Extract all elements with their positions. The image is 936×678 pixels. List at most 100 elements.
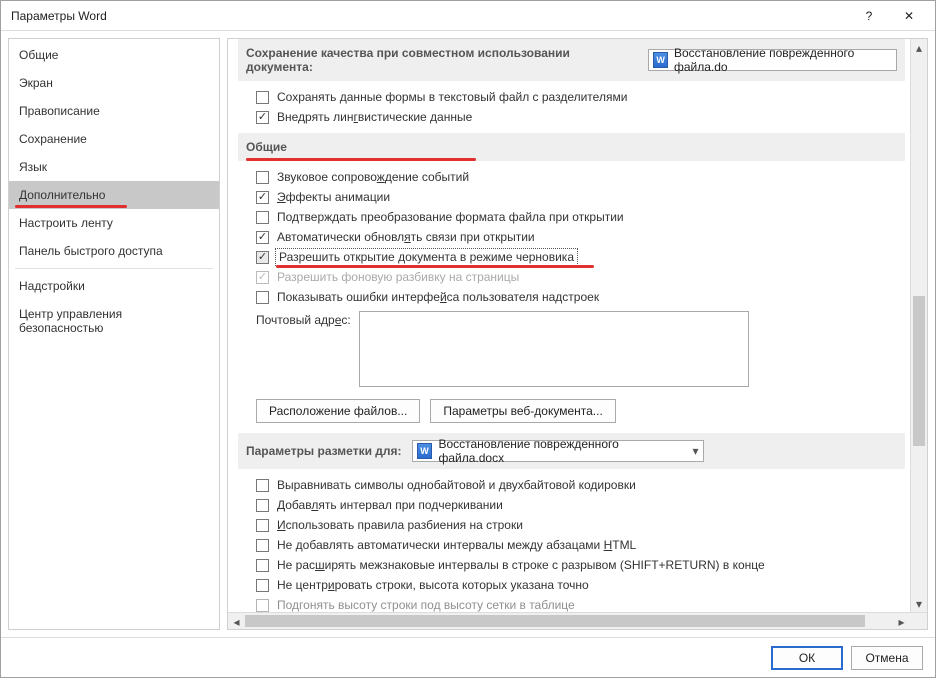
checkbox-icon bbox=[256, 91, 269, 104]
checkbox-label: Разрешить открытие документа в режиме че… bbox=[277, 250, 576, 264]
checkbox-label: Использовать правила разбиения на строки bbox=[277, 518, 523, 532]
checkbox-linebreak-rules[interactable]: Использовать правила разбиения на строки bbox=[238, 515, 905, 535]
sidebar-item-advanced[interactable]: Дополнительно bbox=[9, 181, 219, 209]
checkbox-icon bbox=[256, 231, 269, 244]
sidebar-item-ribbon[interactable]: Настроить ленту bbox=[9, 209, 219, 237]
sidebar-item-proofing[interactable]: Правописание bbox=[9, 97, 219, 125]
sidebar-item-save[interactable]: Сохранение bbox=[9, 125, 219, 153]
button-label: Расположение файлов... bbox=[269, 404, 407, 418]
checkbox-icon bbox=[256, 579, 269, 592]
checkbox-sound-feedback[interactable]: Звуковое сопровождение событий bbox=[238, 167, 905, 187]
scroll-right-icon[interactable]: ▸ bbox=[893, 613, 910, 629]
dialog-footer: ОК Отмена bbox=[1, 637, 935, 677]
word-doc-icon: W bbox=[417, 443, 433, 459]
sidebar-item-label: Экран bbox=[19, 76, 53, 90]
annotation-underline bbox=[246, 158, 476, 161]
sidebar-item-trust[interactable]: Центр управления безопасностью bbox=[9, 300, 219, 342]
scroll-down-icon[interactable]: ▾ bbox=[911, 595, 927, 612]
mailing-address-input[interactable] bbox=[359, 311, 749, 387]
content-inner: Сохранение качества при совместном испол… bbox=[228, 39, 927, 615]
checkbox-icon bbox=[256, 499, 269, 512]
checkbox-icon bbox=[256, 271, 269, 284]
sidebar-item-label: Центр управления безопасностью bbox=[19, 307, 122, 335]
checkbox-icon bbox=[256, 599, 269, 612]
sidebar-item-display[interactable]: Экран bbox=[9, 69, 219, 97]
checkbox-embed-linguistic[interactable]: Внедрять лингвистические данные bbox=[238, 107, 905, 127]
checkbox-save-form-data[interactable]: Сохранять данные формы в текстовый файл … bbox=[238, 87, 905, 107]
sidebar-item-label: Настроить ленту bbox=[19, 216, 113, 230]
checkbox-label: Добавлять интервал при подчеркивании bbox=[277, 498, 503, 512]
horizontal-scrollbar[interactable]: ◂ ▸ bbox=[228, 612, 927, 629]
sidebar-separator bbox=[15, 268, 213, 269]
sidebar-item-language[interactable]: Язык bbox=[9, 153, 219, 181]
sidebar-item-label: Язык bbox=[19, 160, 47, 174]
scroll-thumb-h[interactable] bbox=[245, 615, 865, 627]
sidebar-item-addins[interactable]: Надстройки bbox=[9, 272, 219, 300]
window-title: Параметры Word bbox=[11, 9, 849, 23]
sidebar-item-qat[interactable]: Панель быстрого доступа bbox=[9, 237, 219, 265]
quality-doc-dropdown[interactable]: W Восстановление поврежденного файла.do bbox=[648, 49, 897, 71]
content-panel: Сохранение качества при совместном испол… bbox=[227, 38, 928, 630]
help-button[interactable]: ? bbox=[849, 2, 889, 30]
sidebar-item-label: Надстройки bbox=[19, 279, 85, 293]
dropdown-value: Восстановление поврежденного файла.do bbox=[674, 46, 892, 74]
checkbox-icon bbox=[256, 539, 269, 552]
checkbox-icon bbox=[256, 191, 269, 204]
checkbox-icon bbox=[256, 211, 269, 224]
checkbox-icon bbox=[256, 519, 269, 532]
sidebar-item-label: Панель быстрого доступа bbox=[19, 244, 163, 258]
category-sidebar: Общие Экран Правописание Сохранение Язык… bbox=[8, 38, 220, 630]
close-button[interactable]: ✕ bbox=[889, 2, 929, 30]
scroll-track[interactable] bbox=[911, 56, 927, 595]
content-scroll-area: Сохранение качества при совместном испол… bbox=[228, 39, 927, 629]
scroll-left-icon[interactable]: ◂ bbox=[228, 613, 245, 629]
sidebar-item-label: Сохранение bbox=[19, 132, 87, 146]
checkbox-label: Звуковое сопровождение событий bbox=[277, 170, 469, 184]
group-layoutfor-header: Параметры разметки для: W Восстановление… bbox=[238, 433, 905, 469]
checkbox-allow-draft-open[interactable]: Разрешить открытие документа в режиме че… bbox=[238, 247, 905, 267]
checkbox-no-html-spacing[interactable]: Не добавлять автоматически интервалы меж… bbox=[238, 535, 905, 555]
mailing-address-label: Почтовый адрес: bbox=[256, 311, 351, 327]
ok-button[interactable]: ОК bbox=[771, 646, 843, 670]
checkbox-show-addin-errors[interactable]: Показывать ошибки интерфейса пользовател… bbox=[238, 287, 905, 307]
checkbox-animation-effects[interactable]: Эффекты анимации bbox=[238, 187, 905, 207]
sidebar-item-label: Правописание bbox=[19, 104, 100, 118]
checkbox-label: Сохранять данные формы в текстовый файл … bbox=[277, 90, 627, 104]
checkbox-no-expand-shift-return[interactable]: Не расширять межзнаковые интервалы в стр… bbox=[238, 555, 905, 575]
checkbox-icon bbox=[256, 559, 269, 572]
sidebar-item-general[interactable]: Общие bbox=[9, 41, 219, 69]
checkbox-label: Не добавлять автоматически интервалы меж… bbox=[277, 538, 636, 552]
dialog-body: Общие Экран Правописание Сохранение Язык… bbox=[1, 31, 935, 637]
dropdown-value: Восстановление поврежденного файла.docx bbox=[438, 437, 686, 465]
group-title: Параметры разметки для: bbox=[246, 444, 402, 458]
checkbox-background-pagination: Разрешить фоновую разбивку на страницы bbox=[238, 267, 905, 287]
button-label: Параметры веб-документа... bbox=[443, 404, 602, 418]
checkbox-label: Не расширять межзнаковые интервалы в стр… bbox=[277, 558, 765, 572]
checkbox-label: Разрешить фоновую разбивку на страницы bbox=[277, 270, 519, 284]
scroll-thumb[interactable] bbox=[913, 296, 925, 446]
checkbox-align-dbcs[interactable]: Выравнивать символы однобайтовой и двухб… bbox=[238, 475, 905, 495]
checkbox-auto-update-links[interactable]: Автоматически обновлять связи при открыт… bbox=[238, 227, 905, 247]
group-quality-header: Сохранение качества при совместном испол… bbox=[238, 39, 905, 81]
checkbox-no-center-exact[interactable]: Не центрировать строки, высота которых у… bbox=[238, 575, 905, 595]
file-locations-button[interactable]: Расположение файлов... bbox=[256, 399, 420, 423]
group-title: Сохранение качества при совместном испол… bbox=[246, 46, 638, 74]
web-options-button[interactable]: Параметры веб-документа... bbox=[430, 399, 615, 423]
chevron-down-icon: ▾ bbox=[693, 444, 699, 458]
checkbox-icon bbox=[256, 171, 269, 184]
vertical-scrollbar[interactable]: ▴ ▾ bbox=[910, 39, 927, 612]
checkbox-confirm-convert[interactable]: Подтверждать преобразование формата файл… bbox=[238, 207, 905, 227]
checkbox-icon bbox=[256, 291, 269, 304]
button-label: ОК bbox=[799, 651, 815, 665]
checkbox-icon bbox=[256, 111, 269, 124]
checkbox-label: Подгонять высоту строки под высоту сетки… bbox=[277, 598, 575, 612]
layoutfor-doc-dropdown[interactable]: W Восстановление поврежденного файла.doc… bbox=[412, 440, 704, 462]
checkbox-label: Показывать ошибки интерфейса пользовател… bbox=[277, 290, 599, 304]
checkbox-label: Внедрять лингвистические данные bbox=[277, 110, 472, 124]
checkbox-underline-space[interactable]: Добавлять интервал при подчеркивании bbox=[238, 495, 905, 515]
group-title: Общие bbox=[246, 140, 287, 154]
scroll-up-icon[interactable]: ▴ bbox=[911, 39, 927, 56]
sidebar-item-label: Общие bbox=[19, 48, 58, 62]
cancel-button[interactable]: Отмена bbox=[851, 646, 923, 670]
word-doc-icon: W bbox=[653, 52, 668, 68]
